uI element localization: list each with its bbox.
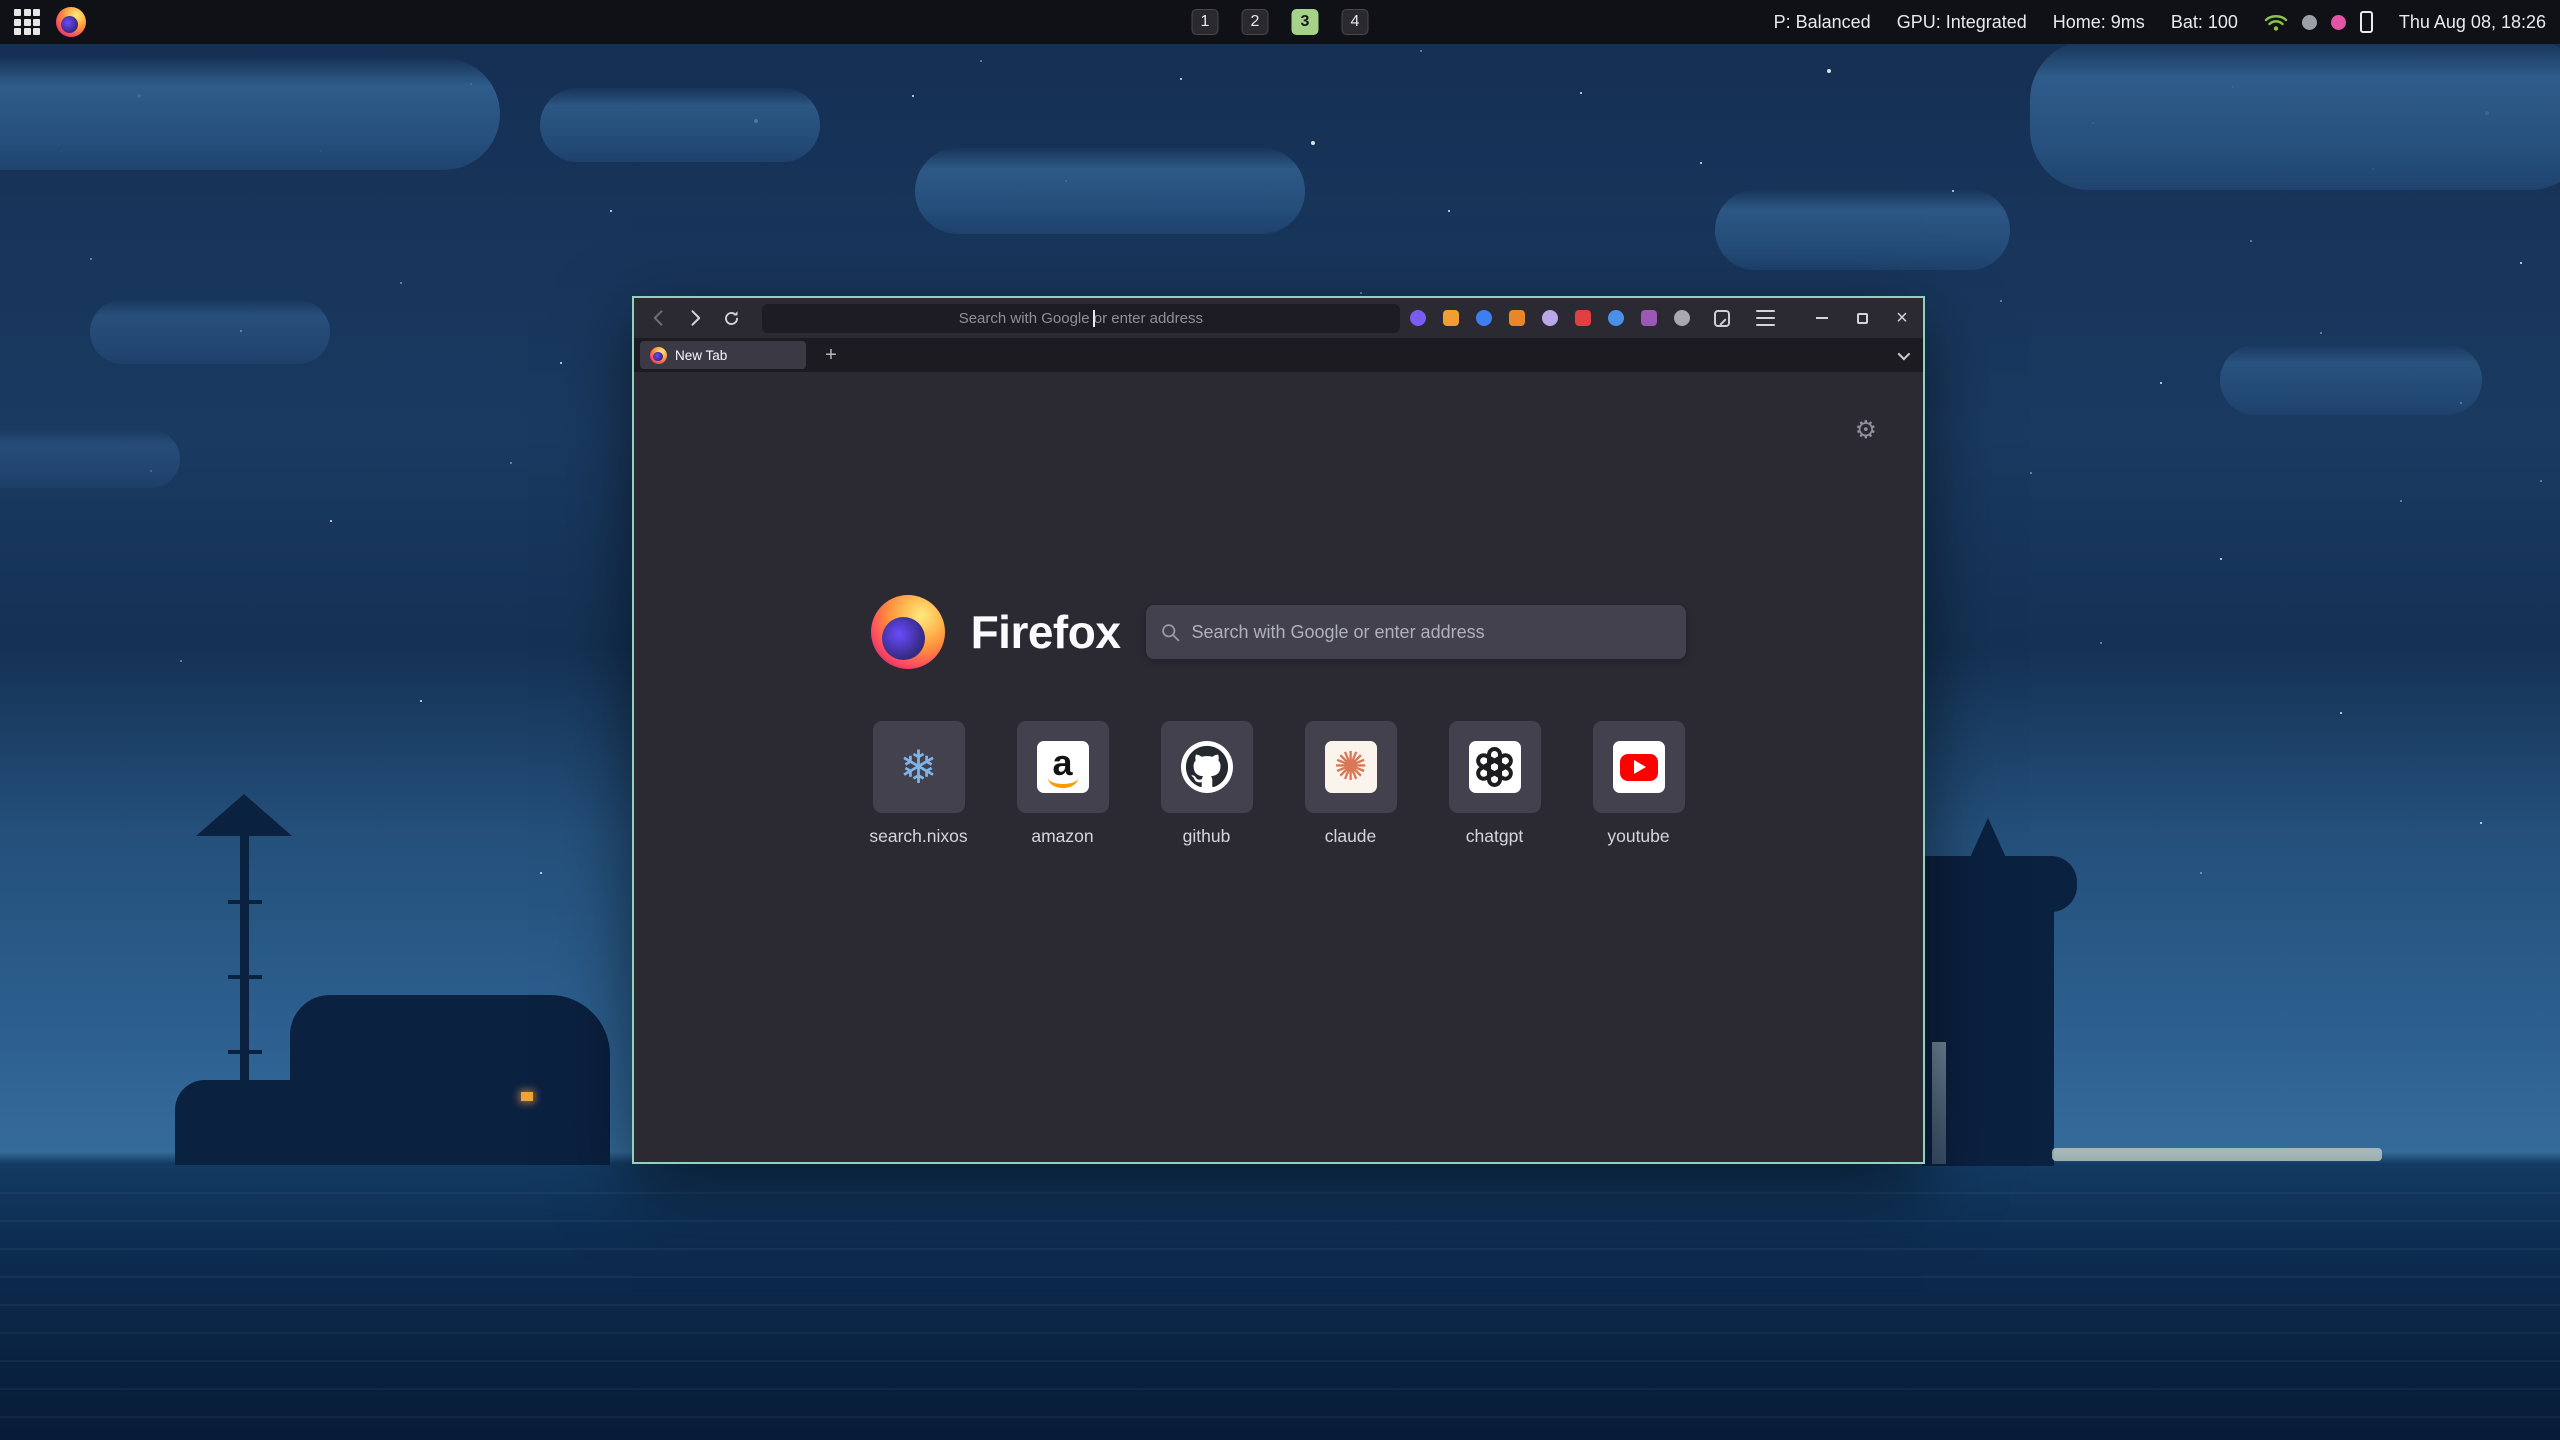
cloud — [915, 148, 1305, 234]
extension-icon-4[interactable] — [1509, 310, 1525, 326]
minimize-button[interactable] — [1813, 309, 1831, 327]
cloud — [0, 58, 500, 170]
menu-button[interactable] — [1756, 310, 1775, 326]
extension-icon-5[interactable] — [1542, 310, 1558, 326]
clock[interactable]: Thu Aug 08, 18:26 — [2399, 12, 2546, 33]
power-profile-status: P: Balanced — [1774, 12, 1871, 33]
battery-status: Bat: 100 — [2171, 12, 2238, 33]
cloud — [1715, 190, 2010, 270]
text-caret — [1093, 310, 1095, 327]
extension-icon-1[interactable] — [1410, 310, 1426, 326]
workspace-button-4[interactable]: 4 — [1342, 9, 1369, 35]
browser-toolbar: Search with Google or enter address × — [634, 298, 1923, 338]
chatgpt-icon — [1474, 746, 1516, 788]
shortcut-label: chatgpt — [1466, 826, 1523, 847]
gpu-status: GPU: Integrated — [1897, 12, 2027, 33]
watchtower-pole — [240, 832, 249, 1165]
new-tab-page: ⚙ Firefox ❄ search.nixos — [634, 372, 1923, 1162]
workspace-switcher: 1 2 3 4 — [1192, 0, 1369, 44]
watchtower-rung — [228, 900, 262, 904]
shortcut-label: amazon — [1031, 826, 1093, 847]
close-button[interactable]: × — [1893, 309, 1911, 327]
newtab-search-box[interactable] — [1146, 605, 1686, 659]
workspace-button-2[interactable]: 2 — [1242, 9, 1269, 35]
workspace-button-1[interactable]: 1 — [1192, 9, 1219, 35]
shortcut-tiles: ❄ search.nixos a amazon — [634, 721, 1923, 847]
extension-icon-7[interactable] — [1608, 310, 1624, 326]
status-bar: 1 2 3 4 P: Balanced GPU: Integrated Home… — [0, 0, 2560, 44]
reload-button[interactable] — [718, 305, 744, 331]
hut-light — [521, 1092, 533, 1101]
shortcut-label: youtube — [1607, 826, 1669, 847]
firefox-taskbar-icon[interactable] — [56, 7, 86, 37]
firefox-wordmark: Firefox — [971, 605, 1121, 659]
window-controls: × — [1813, 309, 1911, 327]
cloud — [0, 430, 180, 488]
extension-icon-9[interactable] — [1674, 310, 1690, 326]
maximize-button[interactable] — [1853, 309, 1871, 327]
shortcut-youtube[interactable]: youtube — [1593, 721, 1685, 847]
newtab-settings-gear-icon[interactable]: ⚙ — [1855, 418, 1877, 443]
firefox-logo — [871, 595, 945, 669]
github-icon — [1185, 745, 1229, 789]
extension-icons — [1410, 310, 1690, 326]
nixos-icon: ❄ — [899, 744, 938, 790]
newtab-hero: Firefox — [634, 595, 1923, 669]
new-tab-button[interactable]: + — [818, 342, 844, 368]
tab-list-chevron-icon[interactable] — [1898, 347, 1911, 360]
network-latency-status: Home: 9ms — [2053, 12, 2145, 33]
shortcut-label: github — [1183, 826, 1231, 847]
back-button[interactable] — [646, 305, 672, 331]
device-icon[interactable] — [2360, 11, 2373, 33]
extension-icon-3[interactable] — [1476, 310, 1492, 326]
app-launcher-button[interactable] — [14, 9, 40, 35]
cloud — [2030, 40, 2560, 190]
youtube-icon — [1620, 754, 1658, 781]
watchtower-rung — [228, 975, 262, 979]
url-bar-placeholder: Search with Google or enter address — [959, 310, 1203, 327]
hut — [495, 1078, 567, 1126]
shortcut-label: search.nixos — [869, 826, 967, 847]
shortcut-github[interactable]: github — [1161, 721, 1253, 847]
shortcut-chatgpt[interactable]: chatgpt — [1449, 721, 1541, 847]
pier — [250, 1122, 385, 1128]
watchtower-rung — [228, 1050, 262, 1054]
tab-new-tab[interactable]: New Tab — [640, 341, 806, 369]
beach — [2052, 1148, 2382, 1161]
search-icon — [1160, 622, 1181, 643]
cloud — [540, 88, 820, 162]
extension-icon-2[interactable] — [1443, 310, 1459, 326]
amazon-icon: a — [1048, 748, 1078, 788]
wifi-icon[interactable] — [2264, 12, 2288, 32]
waterfall — [1932, 1042, 1946, 1164]
shortcut-claude[interactable]: ✺ claude — [1305, 721, 1397, 847]
tab-strip: New Tab + — [634, 338, 1923, 372]
cliff-tree — [1968, 818, 2008, 862]
newtab-search-input[interactable] — [1191, 622, 1672, 643]
cloud — [90, 300, 330, 364]
claude-icon: ✺ — [1334, 747, 1368, 787]
cloud — [2220, 345, 2482, 415]
forward-button[interactable] — [682, 305, 708, 331]
shortcut-label: claude — [1325, 826, 1377, 847]
watchtower-roof — [196, 794, 292, 836]
workspace-button-3[interactable]: 3 — [1292, 9, 1319, 35]
tab-title: New Tab — [675, 348, 727, 363]
extensions-icon[interactable] — [1714, 310, 1730, 327]
shortcut-search-nixos[interactable]: ❄ search.nixos — [873, 721, 965, 847]
indicator-icon[interactable] — [2331, 15, 2346, 30]
extension-icon-6[interactable] — [1575, 310, 1591, 326]
sea — [0, 1166, 2560, 1440]
shortcut-amazon[interactable]: a amazon — [1017, 721, 1109, 847]
extension-icon-8[interactable] — [1641, 310, 1657, 326]
url-bar[interactable]: Search with Google or enter address — [762, 304, 1400, 333]
system-tray — [2264, 11, 2373, 33]
firefox-favicon — [650, 347, 667, 364]
firefox-window: Search with Google or enter address × Ne… — [632, 296, 1925, 1164]
status-icon[interactable] — [2302, 15, 2317, 30]
cliff — [1902, 856, 2077, 912]
